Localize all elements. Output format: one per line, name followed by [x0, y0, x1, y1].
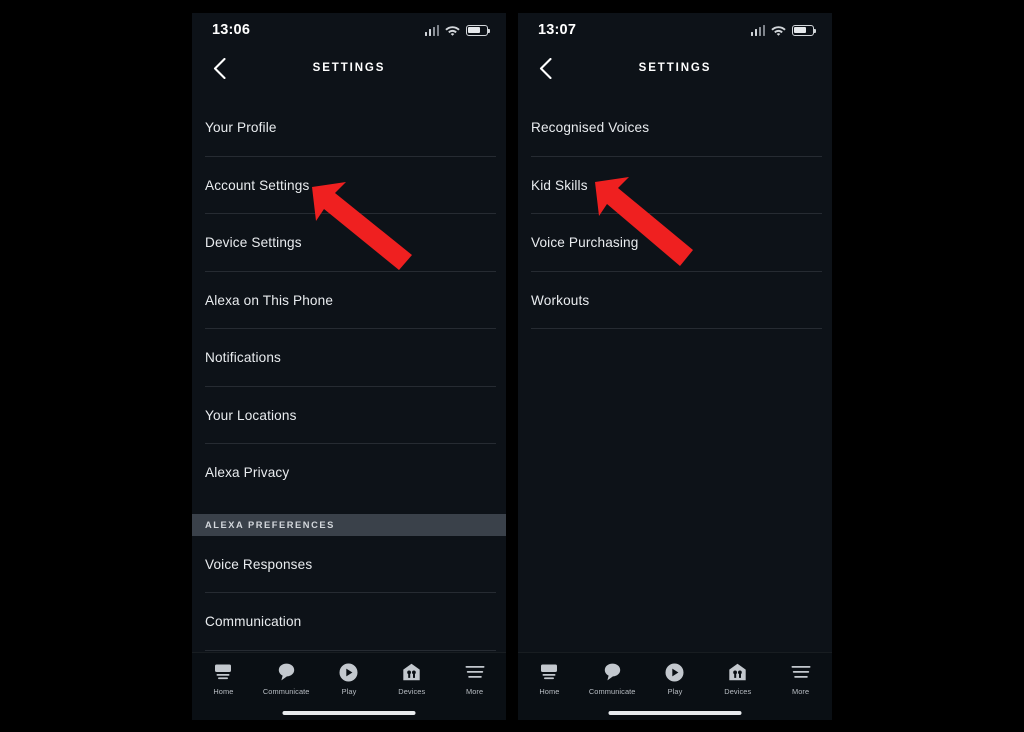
nav-header-left: SETTINGS — [192, 47, 506, 89]
tab-play[interactable]: Play — [321, 662, 377, 696]
hamburger-menu-icon — [791, 662, 811, 682]
cellular-signal-icon — [750, 24, 765, 36]
status-icons — [750, 24, 817, 36]
home-echo-device-icon — [539, 662, 559, 682]
list-item-label: Account Settings — [205, 177, 310, 193]
wifi-icon — [445, 25, 460, 36]
phone-screen-left: 13:06 SETTINGS Your Profile Account Sett… — [192, 13, 506, 720]
list-item-voice-purchasing[interactable]: Voice Purchasing — [518, 214, 832, 272]
section-header-label: ALEXA PREFERENCES — [205, 519, 335, 530]
bottom-tab-bar-left: Home Communicate Play Devices More — [192, 652, 506, 720]
status-time: 13:07 — [538, 22, 577, 38]
tab-label: Devices — [398, 687, 426, 696]
list-item-label: Your Locations — [205, 407, 297, 423]
list-item-account-settings[interactable]: Account Settings — [192, 157, 506, 215]
bottom-tab-bar-right: Home Communicate Play Devices More — [518, 652, 832, 720]
page-title: SETTINGS — [638, 62, 712, 74]
list-item-label: Workouts — [531, 292, 590, 308]
home-indicator — [282, 711, 416, 715]
play-circle-icon — [339, 662, 358, 682]
tab-home[interactable]: Home — [521, 662, 577, 696]
list-item-label: Alexa on This Phone — [205, 292, 334, 308]
devices-house-icon — [728, 662, 747, 682]
tab-communicate[interactable]: Communicate — [584, 662, 640, 696]
list-item-kid-skills[interactable]: Kid Skills — [518, 157, 832, 215]
tab-devices[interactable]: Devices — [384, 662, 440, 696]
cellular-signal-icon — [424, 24, 439, 36]
list-item-label: Your Profile — [205, 120, 277, 136]
phone-screen-right: 13:07 SETTINGS Recognised Voices Kid Ski… — [518, 13, 832, 720]
tab-play[interactable]: Play — [647, 662, 703, 696]
tab-label: Play — [341, 687, 357, 696]
list-item-label: Kid Skills — [531, 177, 588, 193]
list-item-label: Notifications — [205, 350, 281, 366]
battery-icon — [466, 24, 491, 36]
play-circle-icon — [665, 662, 684, 682]
tab-devices[interactable]: Devices — [710, 662, 766, 696]
list-item-device-settings[interactable]: Device Settings — [192, 214, 506, 272]
list-item-label: Communication — [205, 614, 302, 630]
list-item-your-profile[interactable]: Your Profile — [192, 99, 506, 157]
wifi-icon — [771, 25, 786, 36]
list-item-communication[interactable]: Communication — [192, 593, 506, 651]
screenshot-canvas: 13:06 SETTINGS Your Profile Account Sett… — [0, 0, 1024, 732]
back-button[interactable] — [532, 55, 558, 81]
status-bar-right: 13:07 — [518, 13, 832, 47]
tab-label: Home — [539, 687, 560, 696]
list-item-label: Voice Purchasing — [531, 235, 639, 251]
list-item-recognised-voices[interactable]: Recognised Voices — [518, 99, 832, 157]
back-button[interactable] — [206, 55, 232, 81]
chevron-left-icon — [539, 57, 552, 79]
settings-list-right: Recognised Voices Kid Skills Voice Purch… — [518, 89, 832, 329]
devices-house-icon — [402, 662, 421, 682]
tab-label: Communicate — [588, 687, 636, 696]
speech-bubble-icon — [278, 662, 295, 682]
tab-communicate[interactable]: Communicate — [258, 662, 314, 696]
tab-label: More — [465, 687, 484, 696]
tab-more[interactable]: More — [447, 662, 503, 696]
chevron-left-icon — [213, 57, 226, 79]
hamburger-menu-icon — [465, 662, 485, 682]
tab-label: Home — [213, 687, 234, 696]
list-item-workouts[interactable]: Workouts — [518, 272, 832, 330]
list-item-alexa-on-this-phone[interactable]: Alexa on This Phone — [192, 272, 506, 330]
list-item-alexa-privacy[interactable]: Alexa Privacy — [192, 444, 506, 502]
tab-more[interactable]: More — [773, 662, 829, 696]
home-echo-device-icon — [213, 662, 233, 682]
status-icons — [424, 24, 491, 36]
tab-label: Play — [667, 687, 683, 696]
tab-label: Devices — [724, 687, 752, 696]
list-item-your-locations[interactable]: Your Locations — [192, 387, 506, 445]
list-item-notifications[interactable]: Notifications — [192, 329, 506, 387]
nav-header-right: SETTINGS — [518, 47, 832, 89]
status-bar-left: 13:06 — [192, 13, 506, 47]
status-time: 13:06 — [212, 22, 251, 38]
list-item-label: Alexa Privacy — [205, 465, 290, 481]
settings-list-left: Your Profile Account Settings Device Set… — [192, 89, 506, 651]
tab-label: Communicate — [262, 687, 310, 696]
page-title: SETTINGS — [312, 62, 386, 74]
tab-label: More — [791, 687, 810, 696]
home-indicator — [608, 711, 742, 715]
section-header-alexa-preferences: ALEXA PREFERENCES — [192, 513, 506, 536]
list-item-voice-responses[interactable]: Voice Responses — [192, 536, 506, 594]
battery-icon — [792, 24, 817, 36]
list-item-label: Recognised Voices — [531, 120, 650, 136]
list-item-label: Device Settings — [205, 235, 302, 251]
tab-home[interactable]: Home — [195, 662, 251, 696]
list-item-label: Voice Responses — [205, 556, 313, 572]
speech-bubble-icon — [604, 662, 621, 682]
